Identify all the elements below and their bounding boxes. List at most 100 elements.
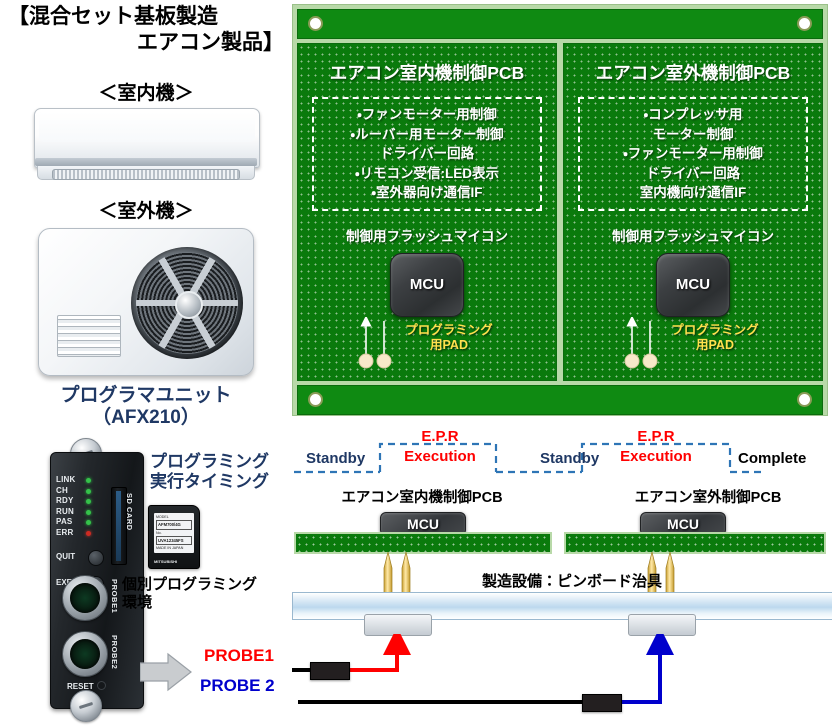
programming-timing-label: プログラミング 実行タイミング [150,452,290,493]
indoor-pad-label-line1: プログラミング [405,322,493,337]
led-label-ch: CH [56,485,68,495]
pcb-board-row: エアコン室内機制御PCB ・ファンモーター用制御 ・ルーバー用モーター制御 ドラ… [297,43,823,381]
probe1-connector-port[interactable] [62,575,108,621]
probe1-cable-connector [310,662,350,680]
mounting-hole-top-right-icon [797,16,812,31]
probe-cables [292,634,674,704]
rdy-led-icon [86,499,91,504]
lower-indoor-pcb-strip [294,532,552,554]
outdoor-mcu-caption: 制御用フラッシュマイコン [612,228,774,244]
led-row-rdy: RDY [56,496,108,507]
indoor-pad-label: プログラミング 用PAD [390,323,508,353]
indoor-unit-label: ＜室内機＞ [98,83,194,104]
reset-button-hole[interactable] [96,681,106,690]
indoor-spec-3: ドライバー回路 [379,146,475,162]
page-title-line2: エアコン製品】 [137,30,284,54]
outdoor-air-conditioner-image [38,228,254,376]
pcb-panel: エアコン室内機制御PCB ・ファンモーター用制御 ・ルーバー用モーター制御 ドラ… [292,4,828,416]
indoor-unit-lip [35,158,257,166]
indoor-pcb-title: エアコン室内機制御PCB [329,63,525,83]
jig-contact-block-right [628,614,696,636]
outdoor-pad-label: プログラミング 用PAD [656,323,774,353]
indoor-mcu-caption: 制御用フラッシュマイコン [346,228,508,244]
led-label-link: LINK [56,475,76,484]
outdoor-unit-fan [131,247,243,359]
timing-epr-1-top: E.P.R [421,428,459,445]
indoor-pad-area: プログラミング 用PAD [298,316,556,371]
outdoor-spec-4: ドライバー回路 [645,165,741,181]
led-row-ch: CH [56,486,108,497]
programming-timing-diagram: Standby E.P.R Execution Standby E.P.R Ex… [292,424,832,484]
programmer-unit-title-line1: プログラマユニット [60,385,232,406]
err-led-icon [86,530,91,536]
probe1-cable-label: PROBE1 [204,646,274,665]
quit-button-knob[interactable] [88,550,104,566]
timing-complete: Complete [738,450,807,467]
outdoor-mcu-chip: MCU [656,252,730,317]
sd-card[interactable]: MODEL AFM700/4G No. UVA12345FS MADE IN J… [148,505,200,569]
bottom-mounting-screw [70,690,102,722]
programming-timing-label-line2: 実行タイミング [150,472,269,492]
link-led-icon [86,478,91,483]
programming-timing-label-line1: プログラミング [150,452,269,471]
timing-epr-1-bottom: Execution [404,448,476,465]
probe1-port-label: PROBE1 [110,579,119,614]
probe2-cable-label: PROBE 2 [200,676,275,695]
outdoor-pad-label-line2: 用PAD [696,337,734,352]
page-title: 【混合セット基板製造 エアコン製品】 [8,4,288,55]
indoor-unit-louver-grille [52,169,240,180]
indoor-control-pcb: エアコン室内機制御PCB ・ファンモーター用制御 ・ルーバー用モーター制御 ドラ… [297,43,557,381]
pas-led-icon [86,520,91,525]
indoor-spec-4: ・リモコン受信:LED表示 [354,165,500,181]
grey-right-arrow-icon [140,652,192,692]
indoor-spec-1: ・ファンモーター用制御 [357,107,497,122]
outdoor-pad-label-line1: プログラミング [671,322,759,337]
jig-contact-block-left [364,614,432,636]
led-indicator-column: LINK CH RDY RUN PAS ERR [56,475,108,538]
mounting-hole-bottom-right-icon [797,392,812,407]
timing-standby-1: Standby [306,450,366,467]
quit-button-label: QUIT [56,552,76,561]
probe2-connector-port[interactable] [62,631,108,677]
sd-serial-value: UVA12345FS [156,536,192,546]
ch-led-icon [86,488,91,494]
indoor-spec-5: ・室外器向け通信IF [371,185,483,201]
led-label-run: RUN [56,506,74,516]
led-label-rdy: RDY [56,496,74,505]
quit-button[interactable]: QUIT [56,549,108,566]
outdoor-pcb-title: エアコン室外機制御PCB [595,63,791,83]
probe2-cable-connector [582,694,622,712]
mounting-hole-bottom-left-icon [308,392,323,407]
lower-outdoor-pcb-label: エアコン室外制御PCB [634,490,782,506]
equipment-label: 製造設備：ピンボード治具 [482,573,663,590]
led-label-pas: PAS [56,517,73,526]
outdoor-spec-2: モーター制御 [652,126,734,142]
sd-card-slot-label: SD CARD [125,493,134,531]
timing-epr-2-top: E.P.R [637,428,675,445]
outdoor-spec-1: ・コンプレッサ用 [643,107,743,122]
outdoor-pad-area: プログラミング 用PAD [564,316,822,371]
lower-outdoor-pcb-strip [564,532,826,554]
indoor-mcu-chip: MCU [390,252,464,317]
outdoor-spec-5: 室内機向け通信IF [639,185,747,201]
led-row-err: ERR [56,528,108,539]
sd-card-label: MODEL AFM700/4G No. UVA12345FS MADE IN J… [154,513,194,553]
programmer-unit-title: プログラマユニット （AFX210） [6,385,286,430]
probe2-pins-icon [76,645,94,663]
outdoor-unit-vent [57,315,121,357]
mounting-hole-top-left-icon [308,16,323,31]
sd-model-value: AFM700/4G [156,520,192,530]
panel-bottom-rail [297,385,823,415]
lower-indoor-pcb-label: エアコン室内機制御PCB [341,490,503,506]
led-label-err: ERR [56,527,74,537]
outdoor-unit-label: ＜室外機＞ [98,201,194,222]
indoor-pcb-spec-box: ・ファンモーター用制御 ・ルーバー用モーター制御 ドライバー回路 ・リモコン受信… [312,97,542,211]
run-led-icon [86,509,91,515]
outdoor-spec-3: ・ファンモーター用制御 [623,146,763,162]
page-title-line1: 【混合セット基板製造 [8,5,218,28]
individual-programming-environment-label: 個別プログラミング 環境 [122,576,292,612]
sd-card-brand: MITSUBISHI [154,559,178,564]
fan-hub [175,291,203,319]
led-row-run: RUN [56,507,108,518]
outdoor-control-pcb: エアコン室外機制御PCB ・コンプレッサ用 モーター制御 ・ファンモーター用制御… [563,43,823,381]
